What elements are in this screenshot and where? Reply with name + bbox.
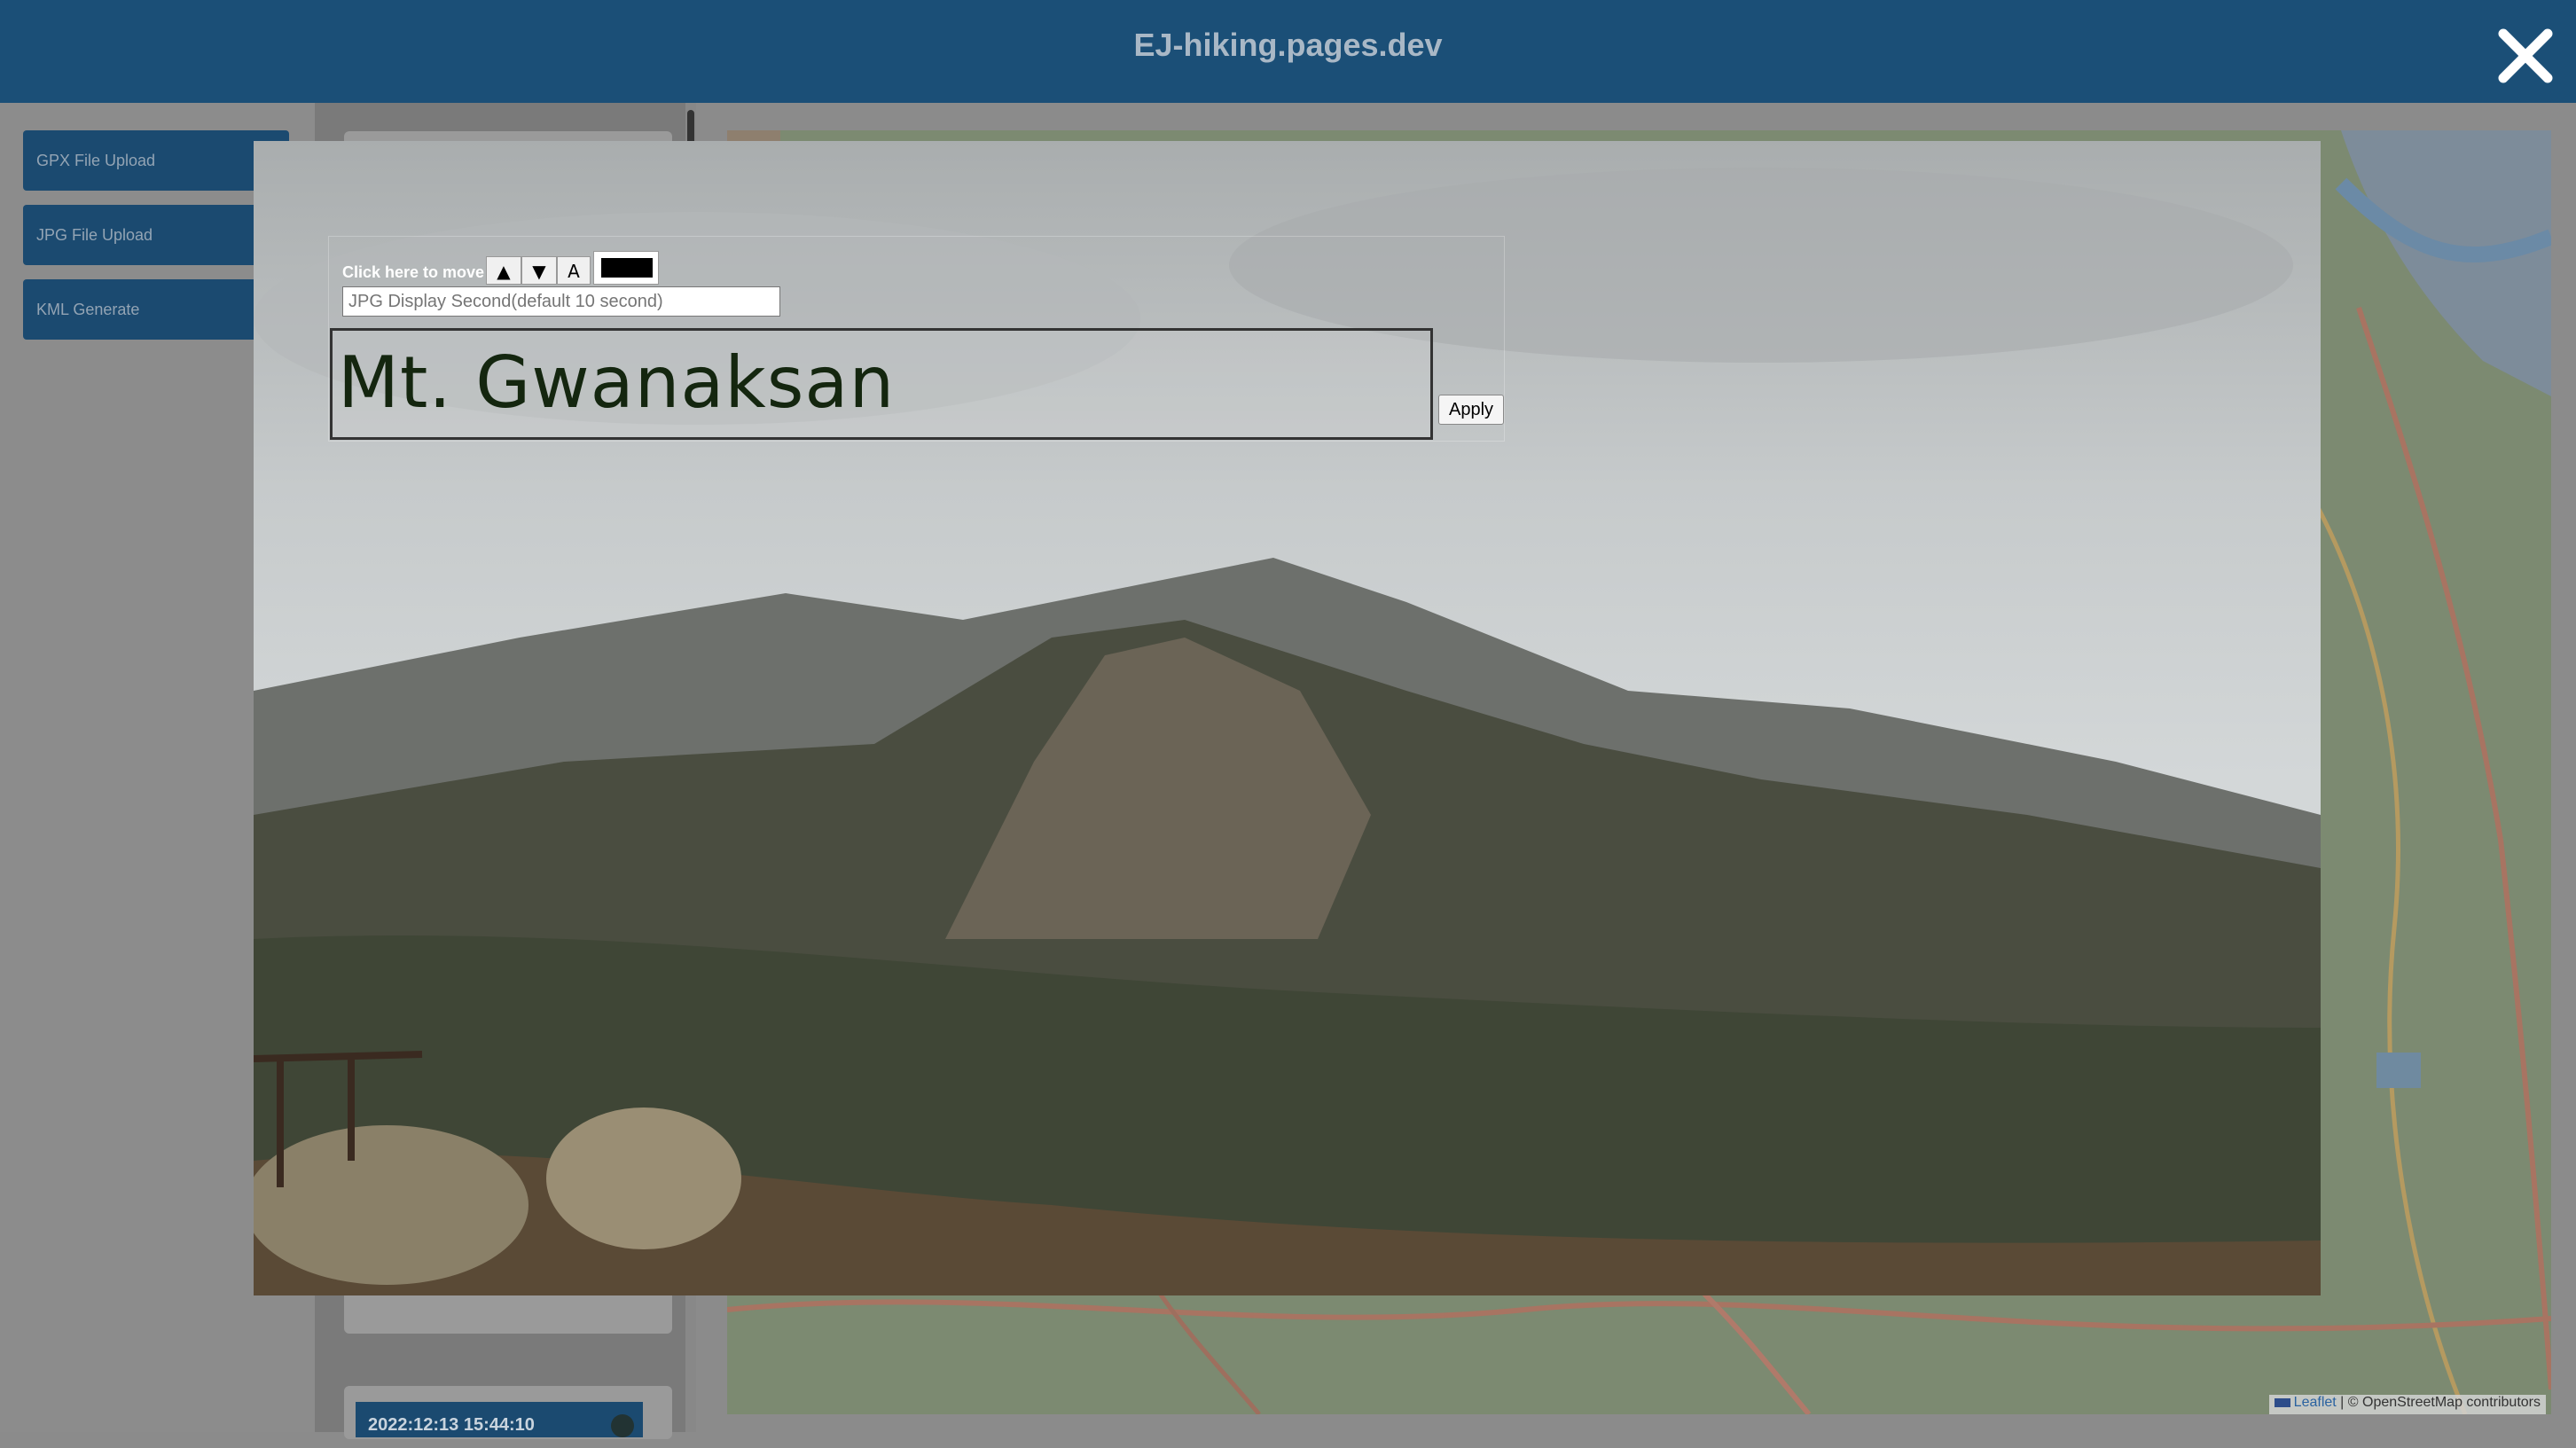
scrollbar-thumb[interactable]: [687, 110, 694, 145]
gpx-upload-label: GPX File Upload: [36, 152, 156, 169]
move-down-button[interactable]: ▼: [521, 256, 557, 285]
jpg-upload-label: JPG File Upload: [36, 226, 153, 244]
jpg-upload-button[interactable]: JPG File Upload: [23, 205, 291, 265]
caption-text: Mt. Gwanaksan: [338, 341, 896, 424]
app-header: EJ-hiking.pages.dev: [0, 0, 2576, 103]
apply-button[interactable]: Apply: [1438, 395, 1504, 425]
flag-icon: [2274, 1397, 2290, 1407]
photo-viewer[interactable]: Click here to move ▲ ▼ A Mt. Gwanaksan A…: [254, 141, 2321, 1295]
osm-attribution[interactable]: | © OpenStreetMap contributors: [2340, 1395, 2541, 1410]
app-title: EJ-hiking.pages.dev: [1133, 27, 1443, 63]
move-handle[interactable]: Click here to move: [342, 263, 484, 282]
kml-generate-button[interactable]: KML Generate: [23, 279, 291, 340]
display-seconds-input[interactable]: [342, 286, 780, 317]
caption-textarea[interactable]: Mt. Gwanaksan: [330, 328, 1433, 440]
close-icon[interactable]: [2494, 25, 2556, 87]
leaflet-link[interactable]: Leaflet: [2294, 1395, 2337, 1410]
move-up-button[interactable]: ▲: [486, 256, 521, 285]
text-color-picker[interactable]: [593, 251, 659, 285]
gear-icon[interactable]: [611, 1414, 634, 1437]
map-attribution: Leaflet | © OpenStreetMap contributors: [2268, 1395, 2546, 1414]
caption-editor: Click here to move ▲ ▼ A Mt. Gwanaksan A…: [328, 236, 1505, 442]
photo-date-label: 2022:12:13 15:44:10: [356, 1402, 643, 1437]
kml-generate-label: KML Generate: [36, 301, 140, 318]
font-button[interactable]: A: [557, 256, 591, 285]
color-swatch: [601, 258, 653, 278]
gpx-upload-button[interactable]: GPX File Upload: [23, 130, 291, 191]
